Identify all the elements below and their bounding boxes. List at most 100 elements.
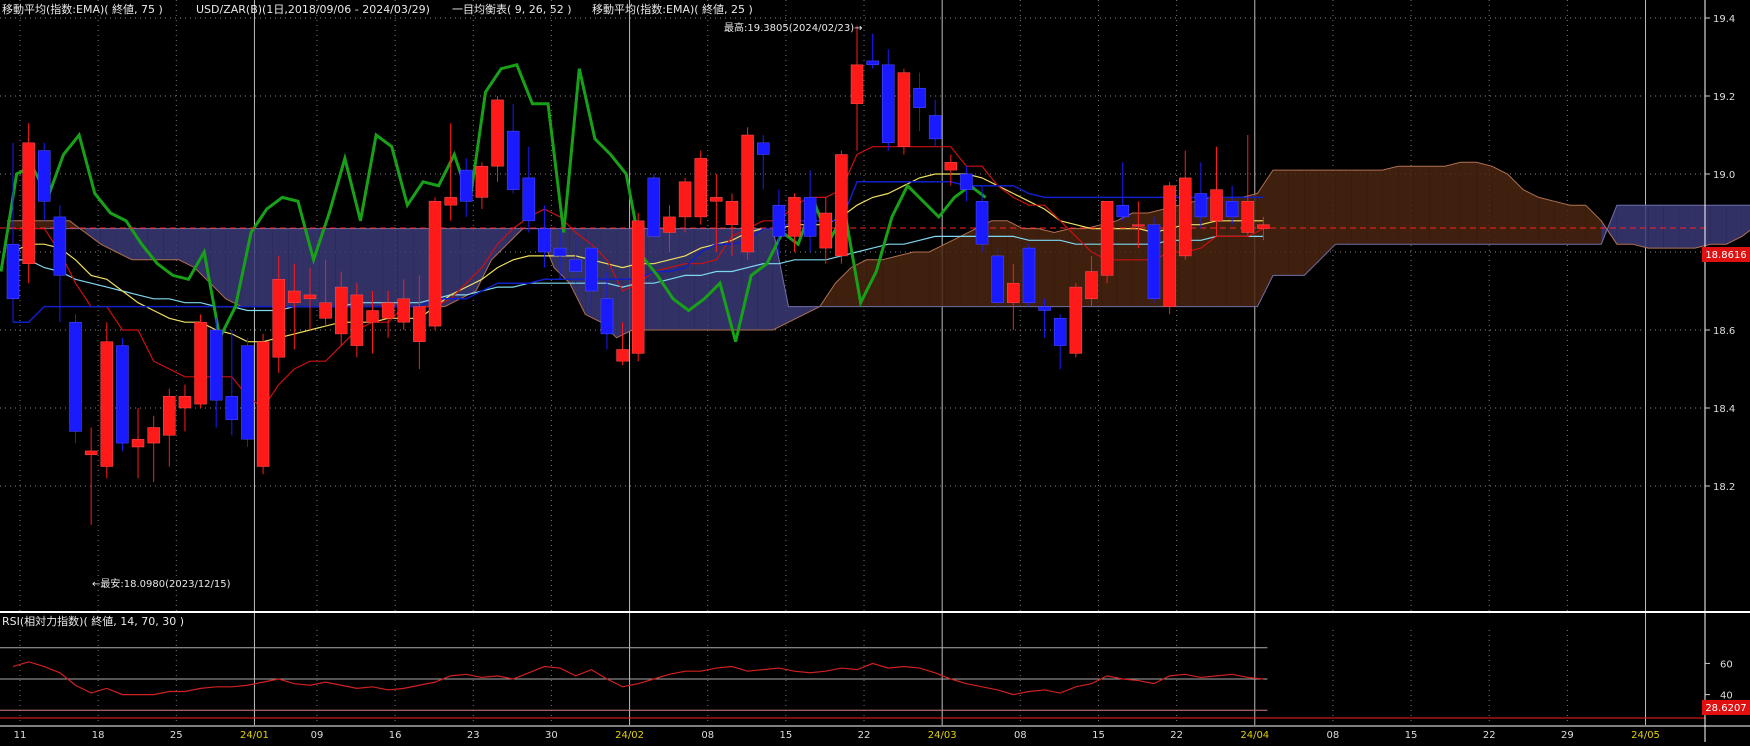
candle-up [288, 290, 301, 303]
candle-down [1053, 318, 1067, 346]
low-annotation: ←最安:18.0980(2023/12/15) [92, 577, 231, 590]
kumo-segment [319, 228, 336, 307]
kumo-segment [1570, 205, 1586, 245]
kumo-segment [944, 236, 961, 307]
kumo-segment [1398, 166, 1414, 245]
candle-up [319, 302, 332, 319]
kumo-segment [960, 228, 977, 307]
x-tick-label: 23 [467, 730, 480, 741]
kumo-segment [397, 228, 414, 307]
candle-up [1210, 189, 1223, 222]
x-tick-label: 24/01 [240, 730, 269, 741]
candle-up [444, 197, 457, 206]
x-tick-label: 09 [311, 730, 324, 741]
candle-down [116, 345, 129, 444]
candle-up [397, 298, 410, 323]
candle-up [428, 201, 442, 327]
kumo-segment [1351, 170, 1367, 245]
candle-up [147, 427, 160, 444]
x-tick-label: 11 [14, 730, 27, 741]
x-tick-label: 22 [1170, 730, 1183, 741]
candle-down [38, 150, 51, 202]
x-tick-label: 30 [545, 730, 558, 741]
candle-down [960, 173, 973, 190]
last-price-label: 18.8616 [1705, 250, 1746, 261]
kumo-segment [1663, 205, 1680, 249]
candle-up [475, 165, 489, 198]
chart-canvas: 19.419.219.018.818.618.418.211182524/010… [0, 0, 1750, 742]
kumo-segment [1335, 170, 1352, 245]
kumo-segment [1429, 166, 1445, 245]
rsi-tick-label: 60 [1720, 659, 1733, 670]
candle-up [381, 302, 395, 319]
kumo-segment [1648, 205, 1664, 249]
candle-down [538, 228, 551, 253]
candle-up [272, 279, 285, 358]
candle-down [1038, 306, 1051, 311]
candle-down [569, 259, 582, 272]
x-tick-label: 16 [389, 730, 402, 741]
kumo-segment [757, 228, 773, 330]
kumo-segment [413, 228, 430, 307]
candle-up [1085, 271, 1098, 300]
x-tick-label: 22 [1483, 730, 1496, 741]
candle-up [1241, 201, 1255, 233]
candle-down [53, 216, 67, 276]
chart-svg: 19.419.219.018.818.618.418.211182524/010… [0, 0, 1750, 742]
candle-up [835, 154, 848, 257]
candle-down [69, 321, 82, 432]
high-annotation: 最高:19.3805(2024/02/23)→ [724, 21, 863, 34]
kumo-segment [1304, 170, 1320, 276]
kumo-segment [1710, 205, 1727, 245]
x-tick-label: 29 [1561, 730, 1574, 741]
candle-down [866, 60, 879, 66]
candle-down [975, 201, 989, 245]
kumo-segment [163, 228, 179, 260]
candle-up [131, 438, 145, 448]
candle-down [1194, 193, 1208, 218]
kumo-segment [1366, 170, 1383, 245]
x-tick-label: 25 [170, 730, 183, 741]
kumo-segment [1273, 170, 1289, 276]
kumo-segment [1616, 205, 1633, 245]
kumo-segment [1288, 170, 1305, 276]
kumo-segment [1491, 166, 1508, 245]
candle-up [710, 197, 723, 202]
ema75-legend: 移動平均(指数:EMA)( 終値, 75 ) [2, 2, 163, 16]
candle-up [616, 349, 629, 362]
candle-up [84, 450, 98, 456]
candle-down [647, 177, 661, 237]
candle-up [678, 181, 692, 218]
kumo-segment [1382, 166, 1399, 245]
x-tick-label: 08 [1327, 730, 1340, 741]
ichimoku-legend: 一目均衡表( 9, 26, 52 ) [452, 2, 572, 16]
candle-down [209, 329, 223, 401]
candle-up [725, 201, 739, 225]
candle-up [1257, 224, 1270, 229]
candle-up [178, 396, 192, 409]
kumo-segment [929, 244, 945, 307]
x-tick-label: 15 [780, 730, 793, 741]
candle-up [1132, 224, 1145, 227]
kumo-segment [897, 252, 914, 307]
x-tick-label: 15 [1405, 730, 1418, 741]
candle-up [1069, 286, 1083, 354]
candle-down [506, 130, 520, 190]
candle-up [631, 220, 645, 354]
kumo-segment [257, 228, 273, 307]
candle-up [1163, 185, 1176, 307]
candle-down [913, 87, 926, 108]
kumo-segment [1444, 162, 1461, 245]
kumo-segment [913, 252, 930, 307]
candle-down [553, 247, 567, 257]
ema25-legend: 移動平均(指数:EMA)( 終値, 25 ) [592, 2, 753, 16]
y-tick-label: 18.4 [1713, 404, 1735, 415]
kumo-segment [1554, 201, 1570, 245]
x-tick-label: 08 [1014, 730, 1027, 741]
kumo-segment [1460, 162, 1477, 245]
candle-up [334, 286, 348, 335]
candle-down [6, 243, 20, 300]
candle-up [1100, 201, 1114, 276]
kumo-segment [1695, 205, 1711, 249]
candle-up [850, 64, 864, 105]
